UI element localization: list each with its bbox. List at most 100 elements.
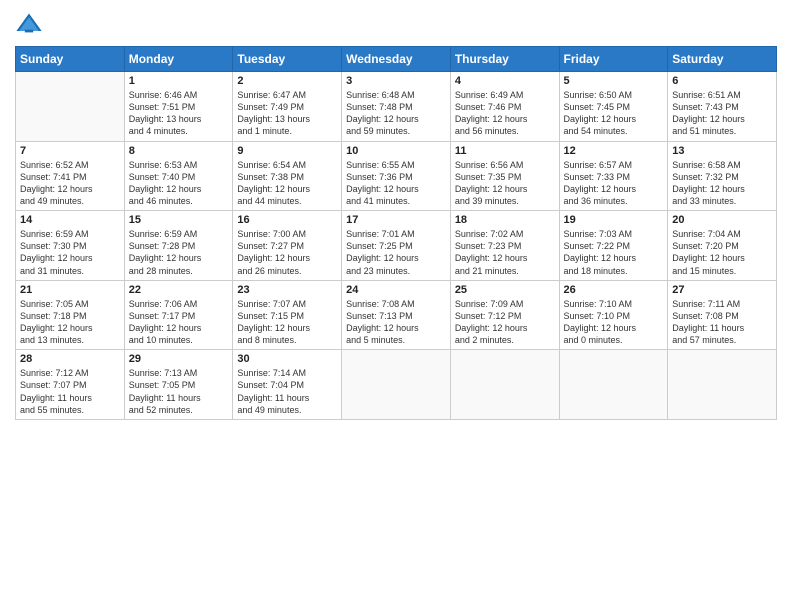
calendar-cell: 8 Sunrise: 6:53 AM Sunset: 7:40 PM Daylig… xyxy=(124,141,233,211)
day-info: Sunrise: 7:14 AM Sunset: 7:04 PM Dayligh… xyxy=(237,367,337,416)
calendar-week-5: 28Sunrise: 7:12 AM Sunset: 7:07 PM Dayli… xyxy=(16,350,777,420)
calendar-cell xyxy=(342,350,451,420)
calendar-week-2: 7 Sunrise: 6:52 AM Sunset: 7:41 PM Daylig… xyxy=(16,141,777,211)
calendar-cell: 16 Sunrise: 7:00 AM Sunset: 7:27 PM Dayli… xyxy=(233,211,342,281)
calendar-cell: 28Sunrise: 7:12 AM Sunset: 7:07 PM Dayli… xyxy=(16,350,125,420)
day-number: 15 xyxy=(129,214,229,226)
day-info: Sunrise: 7:01 AM Sunset: 7:25 PM Dayligh… xyxy=(346,228,446,277)
weekday-header-friday: Friday xyxy=(559,47,668,72)
day-info: Sunrise: 6:59 AM Sunset: 7:30 PM Dayligh… xyxy=(20,228,120,277)
day-info: Sunrise: 6:59 AM Sunset: 7:28 PM Dayligh… xyxy=(129,228,229,277)
day-info: Sunrise: 6:53 AM Sunset: 7:40 PM Dayligh… xyxy=(129,159,229,208)
day-number: 17 xyxy=(346,214,446,226)
day-number: 11 xyxy=(455,145,555,157)
day-number: 24 xyxy=(346,284,446,296)
day-number: 21 xyxy=(20,284,120,296)
calendar-cell: 18 Sunrise: 7:02 AM Sunset: 7:23 PM Dayli… xyxy=(450,211,559,281)
day-number: 3 xyxy=(346,75,446,87)
day-info: Sunrise: 6:54 AM Sunset: 7:38 PM Dayligh… xyxy=(237,159,337,208)
calendar-cell xyxy=(668,350,777,420)
day-number: 20 xyxy=(672,214,772,226)
day-info: Sunrise: 7:10 AM Sunset: 7:10 PM Dayligh… xyxy=(564,298,664,347)
calendar-cell: 3 Sunrise: 6:48 AM Sunset: 7:48 PM Daylig… xyxy=(342,72,451,142)
day-number: 12 xyxy=(564,145,664,157)
calendar-cell: 20 Sunrise: 7:04 AM Sunset: 7:20 PM Dayli… xyxy=(668,211,777,281)
calendar-cell: 1 Sunrise: 6:46 AM Sunset: 7:51 PM Daylig… xyxy=(124,72,233,142)
day-info: Sunrise: 7:09 AM Sunset: 7:12 PM Dayligh… xyxy=(455,298,555,347)
calendar-cell: 29 Sunrise: 7:13 AM Sunset: 7:05 PM Dayli… xyxy=(124,350,233,420)
header xyxy=(15,10,777,38)
day-info: Sunrise: 6:55 AM Sunset: 7:36 PM Dayligh… xyxy=(346,159,446,208)
calendar-week-4: 21 Sunrise: 7:05 AM Sunset: 7:18 PM Dayli… xyxy=(16,280,777,350)
day-number: 6 xyxy=(672,75,772,87)
day-info: Sunrise: 7:02 AM Sunset: 7:23 PM Dayligh… xyxy=(455,228,555,277)
day-number: 2 xyxy=(237,75,337,87)
calendar-cell: 12 Sunrise: 6:57 AM Sunset: 7:33 PM Dayli… xyxy=(559,141,668,211)
day-number: 4 xyxy=(455,75,555,87)
day-number: 9 xyxy=(237,145,337,157)
day-number: 30 xyxy=(237,353,337,365)
day-number: 16 xyxy=(237,214,337,226)
day-info: Sunrise: 6:56 AM Sunset: 7:35 PM Dayligh… xyxy=(455,159,555,208)
day-info: Sunrise: 7:07 AM Sunset: 7:15 PM Dayligh… xyxy=(237,298,337,347)
calendar-cell: 15 Sunrise: 6:59 AM Sunset: 7:28 PM Dayli… xyxy=(124,211,233,281)
day-number: 29 xyxy=(129,353,229,365)
day-number: 28 xyxy=(20,353,120,365)
day-info: Sunrise: 7:00 AM Sunset: 7:27 PM Dayligh… xyxy=(237,228,337,277)
logo-icon xyxy=(15,10,43,38)
weekday-header-wednesday: Wednesday xyxy=(342,47,451,72)
day-number: 23 xyxy=(237,284,337,296)
calendar-cell xyxy=(450,350,559,420)
calendar-cell: 6 Sunrise: 6:51 AM Sunset: 7:43 PM Daylig… xyxy=(668,72,777,142)
day-info: Sunrise: 7:11 AM Sunset: 7:08 PM Dayligh… xyxy=(672,298,772,347)
calendar-cell: 19 Sunrise: 7:03 AM Sunset: 7:22 PM Dayli… xyxy=(559,211,668,281)
calendar-cell: 11 Sunrise: 6:56 AM Sunset: 7:35 PM Dayli… xyxy=(450,141,559,211)
weekday-header-sunday: Sunday xyxy=(16,47,125,72)
calendar-cell: 13Sunrise: 6:58 AM Sunset: 7:32 PM Dayli… xyxy=(668,141,777,211)
day-number: 18 xyxy=(455,214,555,226)
calendar-cell: 30 Sunrise: 7:14 AM Sunset: 7:04 PM Dayli… xyxy=(233,350,342,420)
day-info: Sunrise: 6:46 AM Sunset: 7:51 PM Dayligh… xyxy=(129,89,229,138)
day-info: Sunrise: 7:08 AM Sunset: 7:13 PM Dayligh… xyxy=(346,298,446,347)
day-info: Sunrise: 6:51 AM Sunset: 7:43 PM Dayligh… xyxy=(672,89,772,138)
day-info: Sunrise: 7:04 AM Sunset: 7:20 PM Dayligh… xyxy=(672,228,772,277)
calendar-cell: 7 Sunrise: 6:52 AM Sunset: 7:41 PM Daylig… xyxy=(16,141,125,211)
day-number: 10 xyxy=(346,145,446,157)
calendar-cell xyxy=(559,350,668,420)
calendar-cell: 5 Sunrise: 6:50 AM Sunset: 7:45 PM Daylig… xyxy=(559,72,668,142)
day-info: Sunrise: 6:47 AM Sunset: 7:49 PM Dayligh… xyxy=(237,89,337,138)
day-number: 5 xyxy=(564,75,664,87)
weekday-header-row: SundayMondayTuesdayWednesdayThursdayFrid… xyxy=(16,47,777,72)
calendar-cell: 23 Sunrise: 7:07 AM Sunset: 7:15 PM Dayli… xyxy=(233,280,342,350)
calendar-week-3: 14 Sunrise: 6:59 AM Sunset: 7:30 PM Dayli… xyxy=(16,211,777,281)
day-number: 14 xyxy=(20,214,120,226)
day-number: 27 xyxy=(672,284,772,296)
day-info: Sunrise: 6:57 AM Sunset: 7:33 PM Dayligh… xyxy=(564,159,664,208)
day-info: Sunrise: 6:49 AM Sunset: 7:46 PM Dayligh… xyxy=(455,89,555,138)
weekday-header-monday: Monday xyxy=(124,47,233,72)
day-number: 25 xyxy=(455,284,555,296)
calendar-cell: 10 Sunrise: 6:55 AM Sunset: 7:36 PM Dayli… xyxy=(342,141,451,211)
day-info: Sunrise: 7:05 AM Sunset: 7:18 PM Dayligh… xyxy=(20,298,120,347)
calendar-cell: 27 Sunrise: 7:11 AM Sunset: 7:08 PM Dayli… xyxy=(668,280,777,350)
day-info: Sunrise: 6:48 AM Sunset: 7:48 PM Dayligh… xyxy=(346,89,446,138)
day-info: Sunrise: 7:13 AM Sunset: 7:05 PM Dayligh… xyxy=(129,367,229,416)
day-info: Sunrise: 6:50 AM Sunset: 7:45 PM Dayligh… xyxy=(564,89,664,138)
page: SundayMondayTuesdayWednesdayThursdayFrid… xyxy=(0,0,792,612)
day-number: 7 xyxy=(20,145,120,157)
day-info: Sunrise: 6:52 AM Sunset: 7:41 PM Dayligh… xyxy=(20,159,120,208)
calendar-cell: 22Sunrise: 7:06 AM Sunset: 7:17 PM Dayli… xyxy=(124,280,233,350)
calendar-cell: 24 Sunrise: 7:08 AM Sunset: 7:13 PM Dayli… xyxy=(342,280,451,350)
day-number: 1 xyxy=(129,75,229,87)
day-number: 13 xyxy=(672,145,772,157)
weekday-header-saturday: Saturday xyxy=(668,47,777,72)
calendar-cell: 21 Sunrise: 7:05 AM Sunset: 7:18 PM Dayli… xyxy=(16,280,125,350)
calendar-cell: 9 Sunrise: 6:54 AM Sunset: 7:38 PM Daylig… xyxy=(233,141,342,211)
day-number: 19 xyxy=(564,214,664,226)
calendar-cell: 26Sunrise: 7:10 AM Sunset: 7:10 PM Dayli… xyxy=(559,280,668,350)
weekday-header-thursday: Thursday xyxy=(450,47,559,72)
calendar-table: SundayMondayTuesdayWednesdayThursdayFrid… xyxy=(15,46,777,420)
calendar-week-1: 1 Sunrise: 6:46 AM Sunset: 7:51 PM Daylig… xyxy=(16,72,777,142)
day-number: 8 xyxy=(129,145,229,157)
day-info: Sunrise: 7:03 AM Sunset: 7:22 PM Dayligh… xyxy=(564,228,664,277)
